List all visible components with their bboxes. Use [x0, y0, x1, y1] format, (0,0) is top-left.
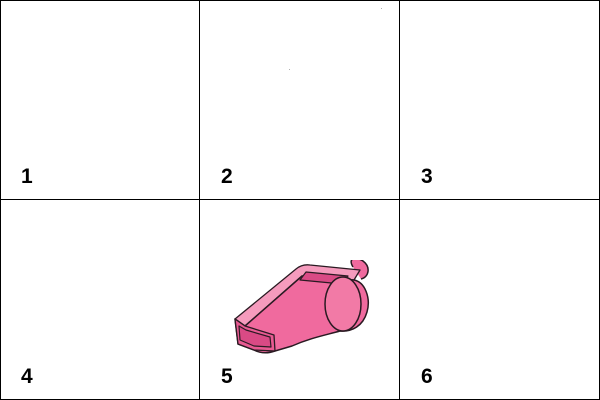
grid-cell-1[interactable]: 1 [1, 1, 200, 200]
cell-number-5: 5 [221, 365, 233, 388]
grid-cell-2[interactable]: 2 [200, 1, 400, 200]
cell-number-4: 4 [21, 365, 33, 388]
grid-cell-5[interactable]: 5 [200, 200, 400, 399]
cell-number-6: 6 [421, 365, 433, 388]
grid-cell-3[interactable]: 3 [400, 1, 599, 200]
numbered-grid: 1 2 3 4 5 6 [0, 0, 600, 400]
image-speck [381, 8, 382, 9]
cell-number-2: 2 [221, 165, 233, 188]
image-speck [289, 69, 290, 70]
whistle-icon [234, 260, 369, 354]
cell-number-3: 3 [421, 165, 433, 188]
cell-number-1: 1 [21, 165, 33, 188]
grid-cell-4[interactable]: 4 [1, 200, 200, 399]
grid-cell-6[interactable]: 6 [400, 200, 599, 399]
